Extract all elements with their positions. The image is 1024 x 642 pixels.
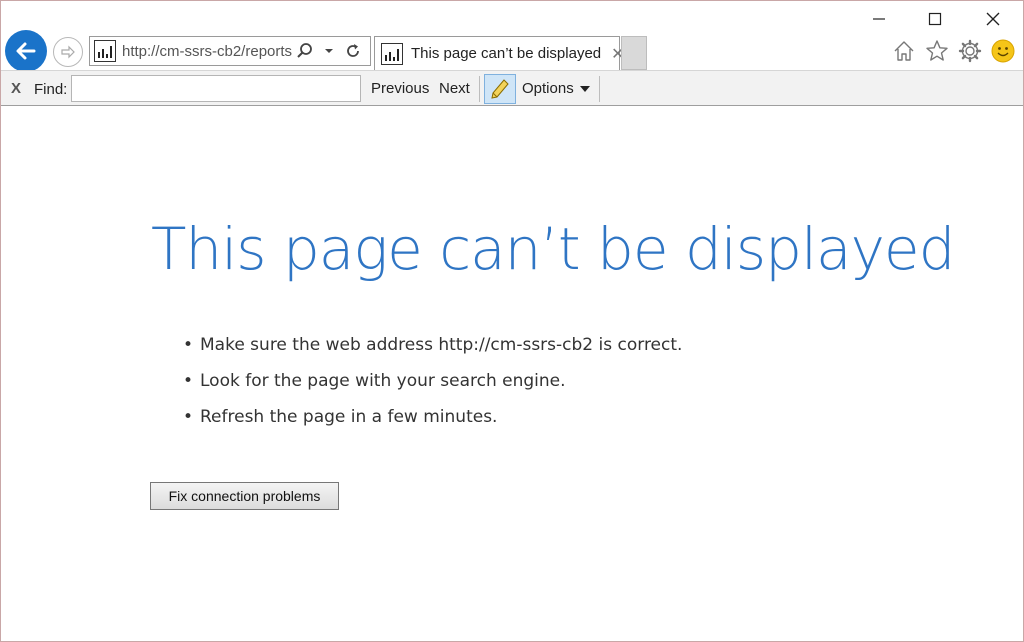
- suggestion-list: • Make sure the web address http://cm-ssr…: [183, 333, 682, 441]
- find-options-button[interactable]: Options: [522, 80, 590, 97]
- chevron-down-icon[interactable]: [318, 40, 340, 62]
- find-input[interactable]: [71, 75, 361, 102]
- find-separator: [599, 76, 600, 102]
- report-site-icon: [94, 40, 116, 62]
- address-bar[interactable]: http://cm-ssrs-cb2/reports: [89, 36, 371, 66]
- list-item: • Look for the page with your search engi…: [183, 371, 566, 391]
- tab-title: This page can’t be displayed: [411, 45, 602, 62]
- fix-connection-button[interactable]: Fix connection problems: [150, 482, 339, 510]
- list-item: • Refresh the page in a few minutes.: [183, 407, 498, 427]
- favorites-star-icon[interactable]: [923, 37, 951, 65]
- new-tab-button[interactable]: [621, 36, 647, 70]
- find-options-label: Options: [522, 80, 574, 97]
- find-close-icon[interactable]: X: [11, 80, 21, 97]
- close-icon: [986, 12, 1000, 26]
- settings-gear-icon[interactable]: [956, 37, 984, 65]
- maximize-icon: [928, 12, 942, 26]
- search-icon[interactable]: [294, 40, 316, 62]
- error-title: This page can’t be displayed: [151, 215, 955, 283]
- find-separator: [479, 76, 480, 102]
- find-next-button[interactable]: Next: [439, 80, 470, 97]
- suggestion-text: Look for the page with your search engin…: [200, 371, 566, 391]
- page-content: This page can’t be displayed • Make sure …: [1, 107, 1023, 641]
- list-item: • Make sure the web address http://cm-ssr…: [183, 335, 683, 355]
- browser-window: http://cm-ssrs-cb2/reports This page can…: [0, 0, 1024, 642]
- forward-arrow-icon: [61, 45, 75, 59]
- chevron-down-icon: [579, 85, 590, 92]
- highlight-matches-button[interactable]: [484, 74, 516, 104]
- minimize-icon: [873, 18, 885, 20]
- find-bar: X Find: Previous Next Options: [1, 70, 1023, 106]
- suggestion-text: Make sure the web address http://cm-ssrs…: [200, 335, 683, 355]
- close-window-button[interactable]: [971, 5, 1015, 33]
- suggestion-text: Refresh the page in a few minutes.: [200, 407, 498, 427]
- feedback-smiley-icon[interactable]: [989, 37, 1017, 65]
- forward-button[interactable]: [53, 37, 83, 67]
- find-label: Find:: [34, 81, 68, 98]
- pencil-highlight-icon: [491, 79, 509, 99]
- back-button[interactable]: [5, 30, 47, 72]
- find-previous-button[interactable]: Previous: [371, 80, 429, 97]
- home-icon[interactable]: [890, 37, 918, 65]
- minimize-button[interactable]: [857, 5, 901, 33]
- maximize-button[interactable]: [913, 5, 957, 33]
- address-url[interactable]: http://cm-ssrs-cb2/reports: [122, 43, 292, 60]
- refresh-icon[interactable]: [342, 40, 364, 62]
- back-arrow-icon: [16, 42, 36, 60]
- tab-active[interactable]: This page can’t be displayed ✕: [374, 36, 625, 70]
- report-site-icon: [381, 42, 403, 65]
